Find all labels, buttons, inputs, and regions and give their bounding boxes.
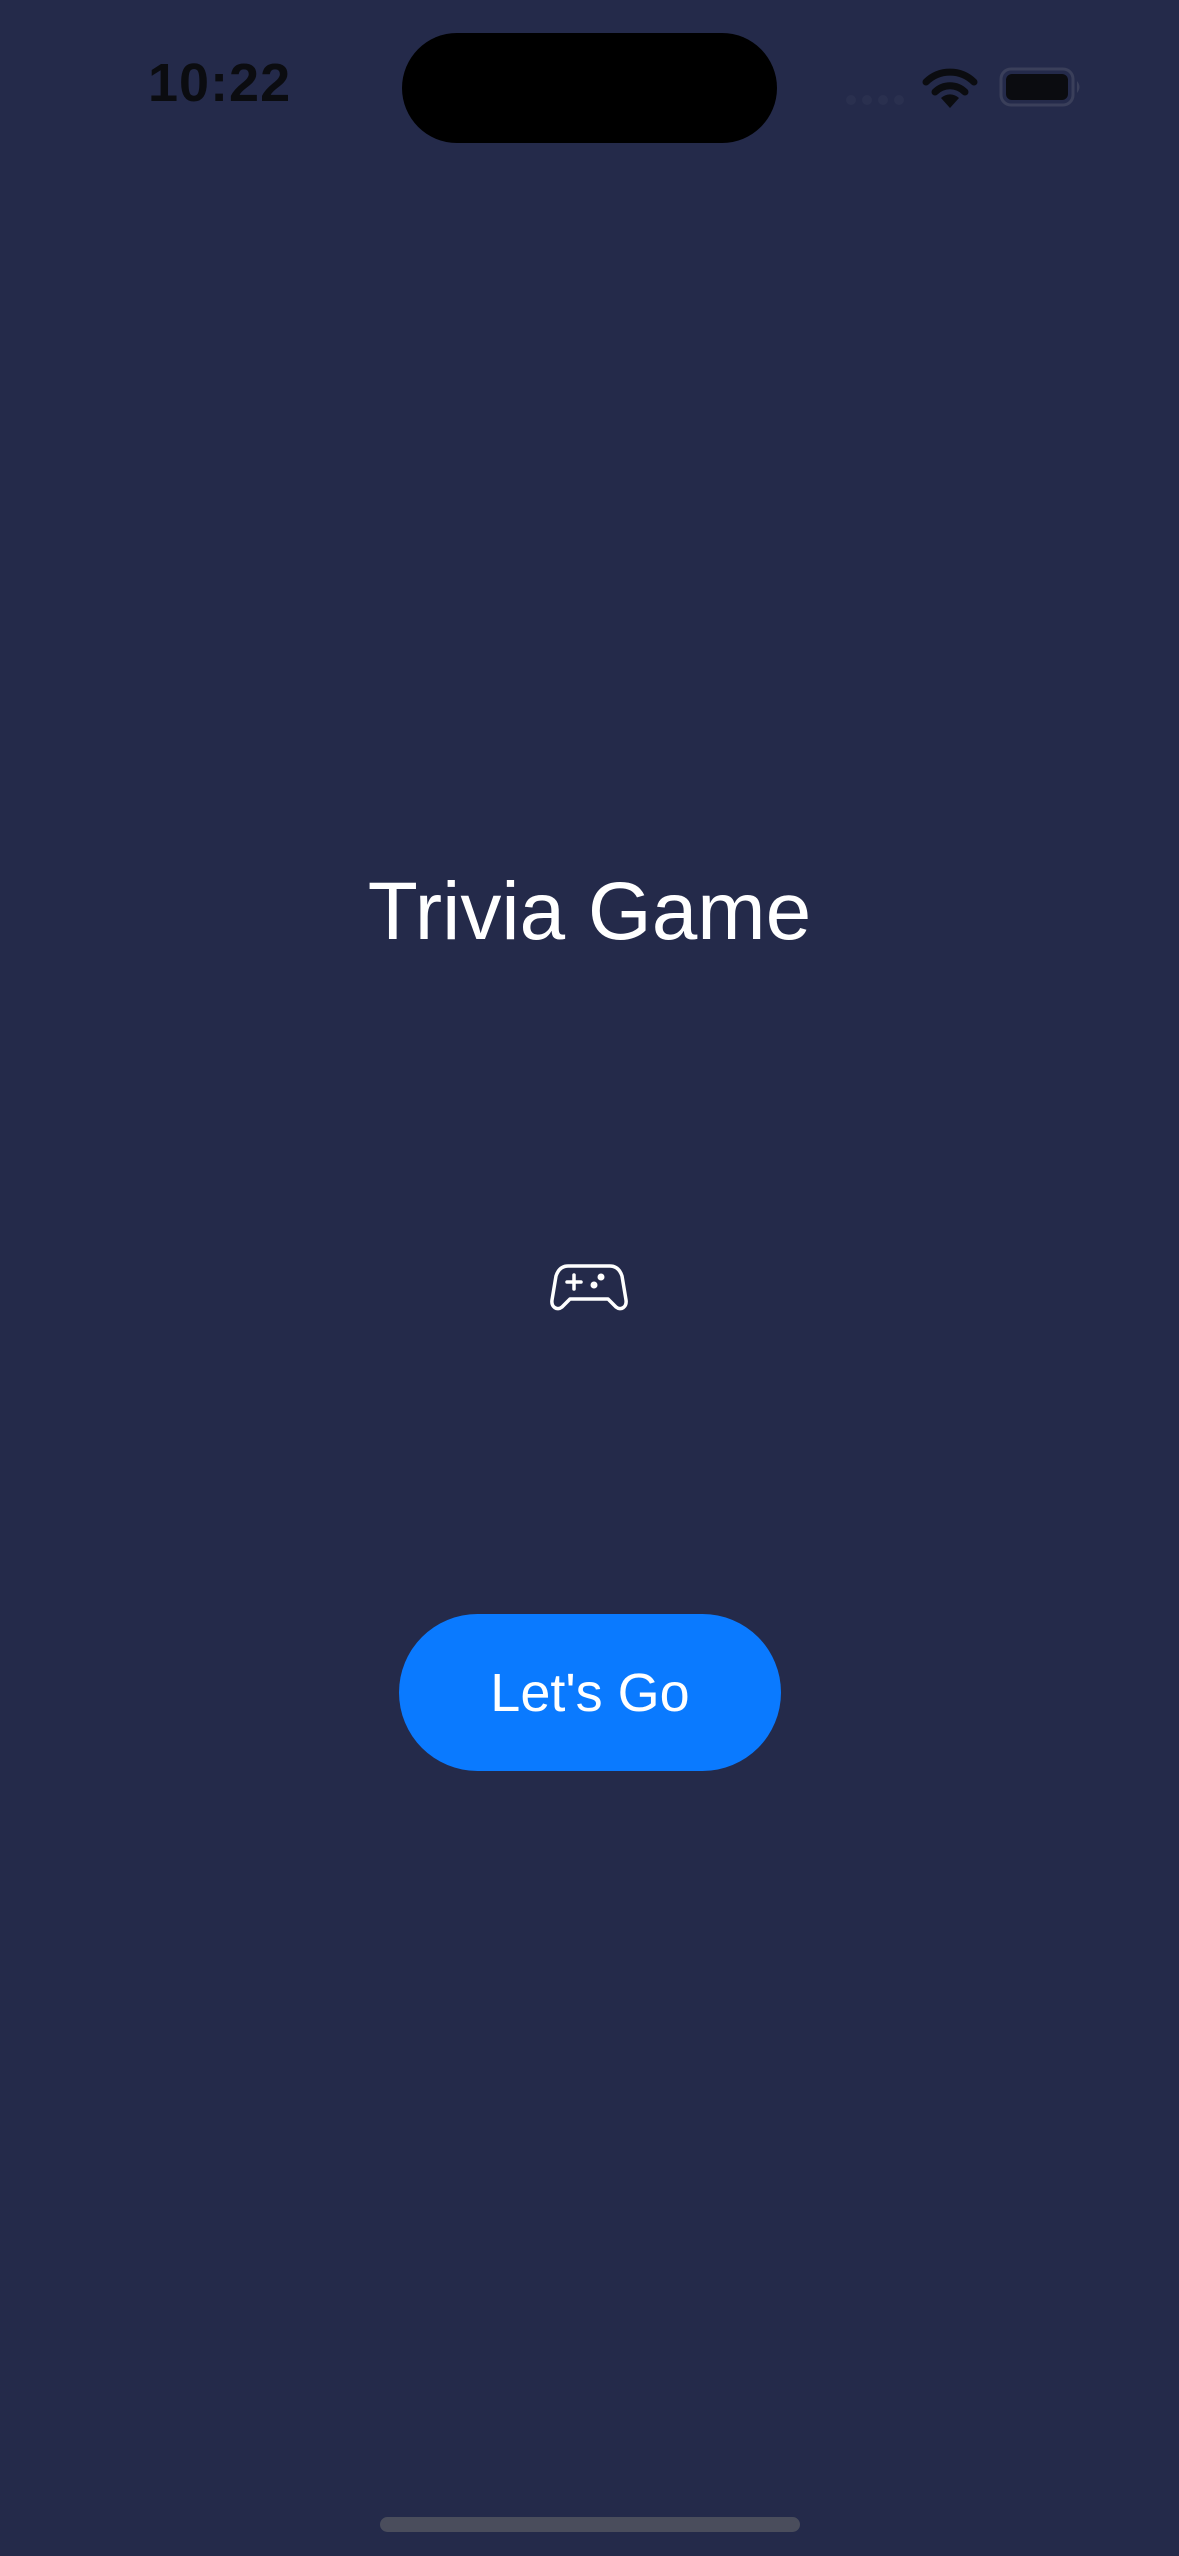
wifi-icon — [922, 68, 978, 108]
status-time: 10:22 — [148, 53, 292, 113]
game-controller-icon — [550, 1264, 628, 1311]
cellular-signal-icon — [846, 95, 904, 105]
battery-icon — [999, 67, 1080, 107]
lets-go-button[interactable]: Let's Go — [399, 1614, 781, 1771]
page-title: Trivia Game — [367, 866, 812, 957]
dynamic-island — [402, 33, 777, 143]
home-indicator[interactable] — [380, 2517, 800, 2532]
app-screen: 10:22 Trivia Game Let's Go — [0, 0, 1179, 2556]
status-bar: 10:22 — [0, 0, 1179, 170]
